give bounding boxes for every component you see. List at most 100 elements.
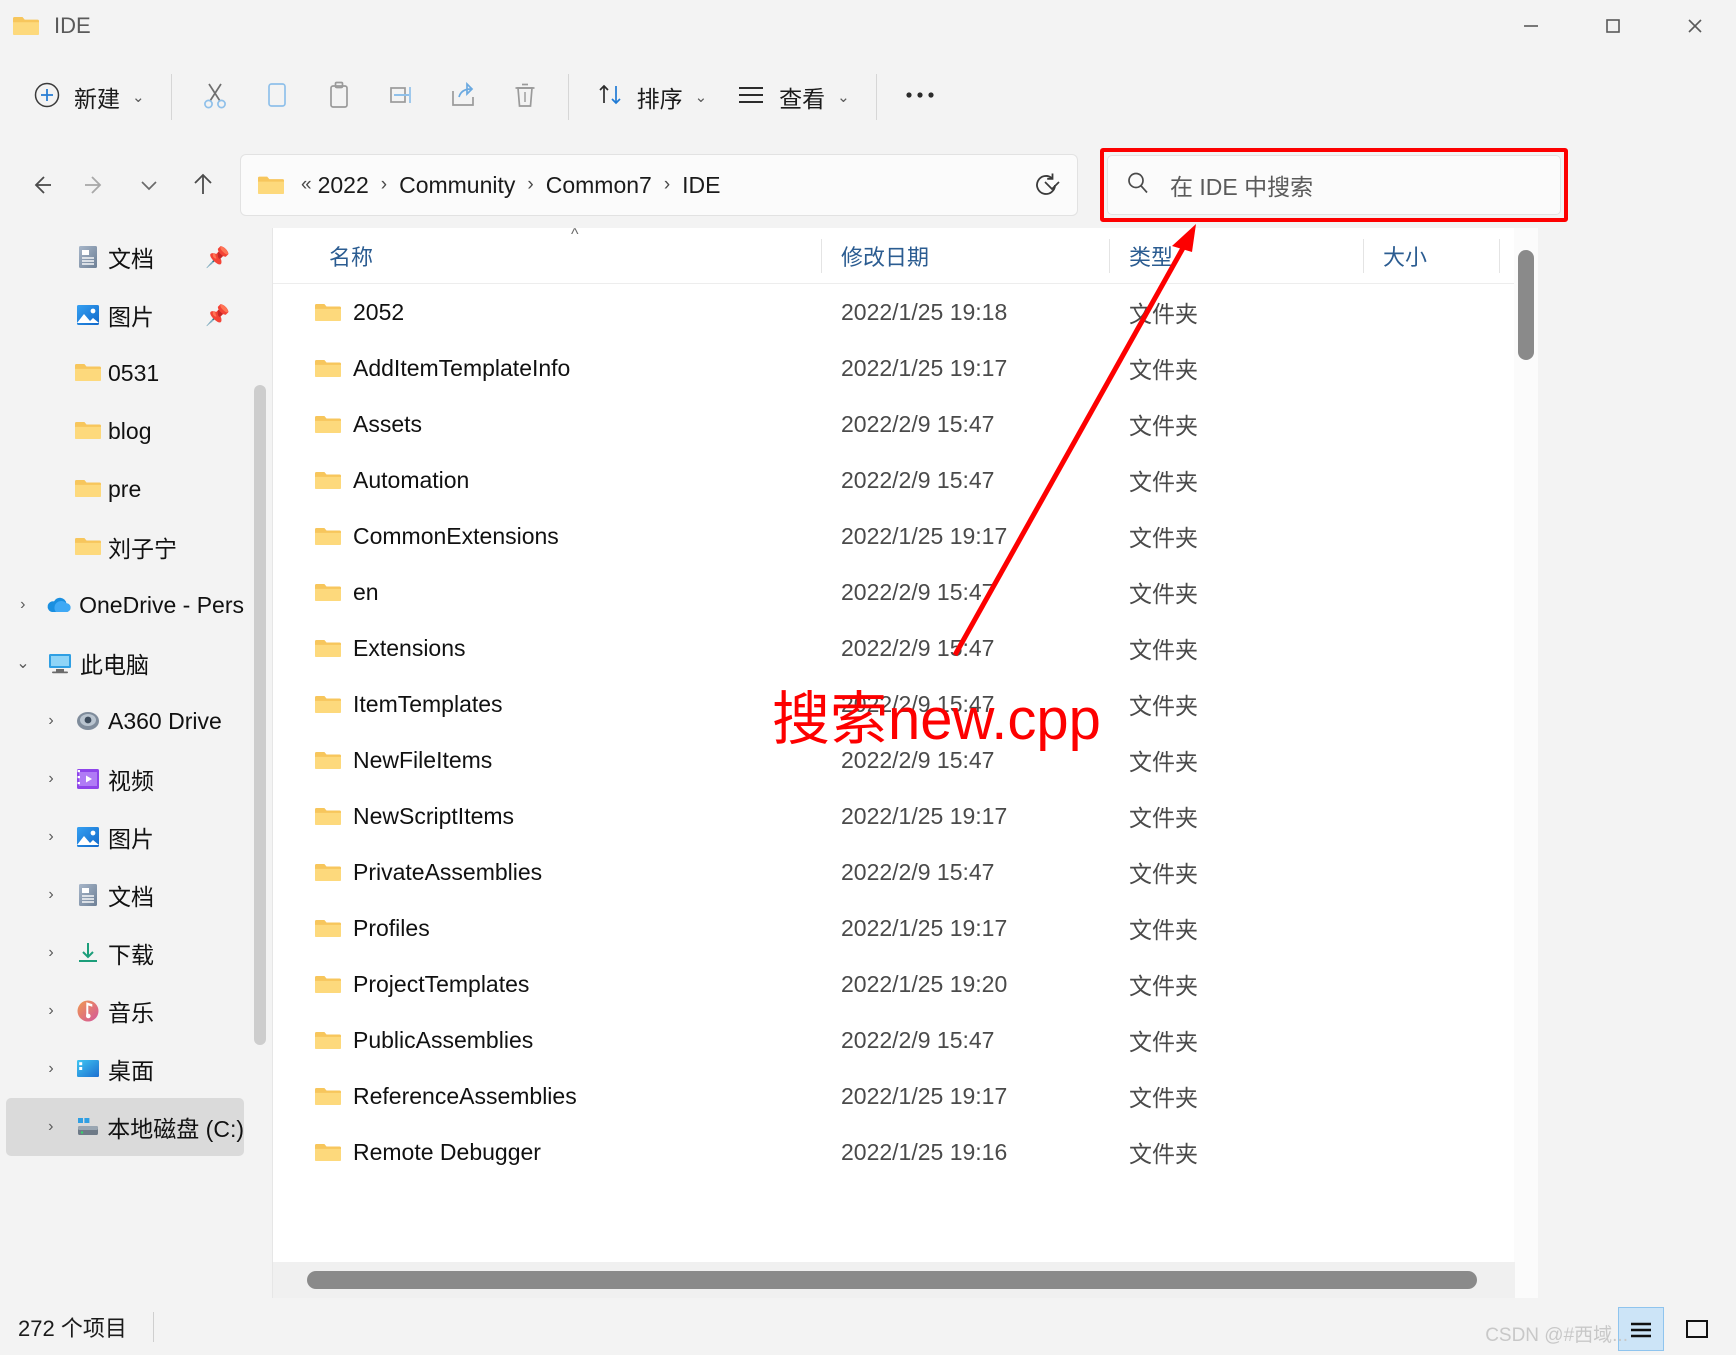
chevron-right-icon[interactable]: › xyxy=(34,1118,68,1136)
chevron-right-icon[interactable]: › xyxy=(34,828,68,846)
column-divider[interactable] xyxy=(1363,239,1364,273)
close-button[interactable] xyxy=(1654,0,1736,52)
pin-icon[interactable]: 📌 xyxy=(205,303,230,328)
sidebar-item-15[interactable]: › 本地磁盘 (C:) xyxy=(6,1098,244,1156)
table-row[interactable]: CommonExtensions 2022/1/25 19:17 文件夹 xyxy=(273,508,1539,564)
breadcrumb-item-1[interactable]: Community xyxy=(393,168,521,203)
file-name: ItemTemplates xyxy=(353,690,503,717)
breadcrumb-item-2[interactable]: Common7 xyxy=(540,168,658,203)
folder-icon xyxy=(68,418,108,444)
details-view-button[interactable] xyxy=(1618,1307,1664,1351)
table-row[interactable]: ProjectTemplates 2022/1/25 19:20 文件夹 xyxy=(273,956,1539,1012)
table-row[interactable]: ItemTemplates 2022/2/9 15:47 文件夹 xyxy=(273,676,1539,732)
chevron-right-icon[interactable]: › xyxy=(6,596,40,614)
table-row[interactable]: ReferenceAssemblies 2022/1/25 19:17 文件夹 xyxy=(273,1068,1539,1124)
vertical-scroll-thumb[interactable] xyxy=(1518,250,1534,360)
sidebar-item-2[interactable]: 0531 xyxy=(6,344,244,402)
sidebar-scrollbar[interactable] xyxy=(254,385,266,1045)
sidebar-item-8[interactable]: › A360 Drive xyxy=(6,692,244,750)
recent-locations-button[interactable] xyxy=(122,158,176,212)
sidebar-item-6[interactable]: › OneDrive - Pers xyxy=(6,576,244,634)
table-row[interactable]: PublicAssemblies 2022/2/9 15:47 文件夹 xyxy=(273,1012,1539,1068)
table-row[interactable]: en 2022/2/9 15:47 文件夹 xyxy=(273,564,1539,620)
breadcrumb-separator[interactable]: › xyxy=(527,174,533,196)
file-date: 2022/2/9 15:47 xyxy=(841,410,995,437)
sidebar-item-0[interactable]: 文档 📌 xyxy=(6,228,244,286)
file-list-vertical-scrollbar[interactable] xyxy=(1514,228,1538,1298)
table-row[interactable]: 2052 2022/1/25 19:18 文件夹 xyxy=(273,284,1539,340)
chevron-right-icon[interactable]: › xyxy=(34,1060,68,1078)
forward-button[interactable] xyxy=(68,158,122,212)
table-row[interactable]: Remote Debugger 2022/1/25 19:16 文件夹 xyxy=(273,1124,1539,1180)
pin-icon[interactable]: 📌 xyxy=(205,245,230,270)
file-list-horizontal-scrollbar[interactable] xyxy=(273,1262,1515,1298)
maximize-button[interactable] xyxy=(1572,0,1654,52)
column-header-size[interactable]: 大小 xyxy=(1383,240,1427,272)
table-row[interactable]: AddItemTemplateInfo 2022/1/25 19:17 文件夹 xyxy=(273,340,1539,396)
breadcrumb-separator[interactable]: › xyxy=(381,174,387,196)
column-header-date[interactable]: 修改日期 xyxy=(841,240,929,272)
breadcrumb-overflow[interactable]: « xyxy=(301,174,312,196)
sidebar-item-label: 0531 xyxy=(108,359,160,386)
column-divider[interactable] xyxy=(821,239,822,273)
sidebar-scroll-thumb[interactable] xyxy=(254,385,266,1045)
chevron-right-icon[interactable]: › xyxy=(34,712,68,730)
more-options-button[interactable] xyxy=(889,70,951,124)
chevron-right-icon[interactable]: › xyxy=(34,886,68,904)
cut-icon xyxy=(199,79,231,116)
sidebar-item-12[interactable]: › 下载 xyxy=(6,924,244,982)
search-input[interactable]: 在 IDE 中搜索 xyxy=(1107,155,1561,215)
rename-button[interactable] xyxy=(370,70,432,124)
sidebar-item-11[interactable]: › 文档 xyxy=(6,866,244,924)
cut-button[interactable] xyxy=(184,70,246,124)
window-controls xyxy=(1490,0,1736,52)
sidebar-item-14[interactable]: › 桌面 xyxy=(6,1040,244,1098)
sidebar-item-4[interactable]: pre xyxy=(6,460,244,518)
sort-button[interactable]: 排序 ⌄ xyxy=(581,70,722,124)
table-row[interactable]: Profiles 2022/1/25 19:17 文件夹 xyxy=(273,900,1539,956)
copy-button[interactable] xyxy=(246,70,308,124)
title-bar: IDE xyxy=(0,0,1736,52)
view-button[interactable]: 查看 ⌄ xyxy=(721,70,864,124)
column-headers: ^ 名称 修改日期 类型 大小 xyxy=(273,226,1538,284)
sidebar-item-9[interactable]: › 视频 xyxy=(6,750,244,808)
new-button[interactable]: 新建 ⌄ xyxy=(18,70,159,124)
file-name: ProjectTemplates xyxy=(353,970,530,997)
sidebar-item-7[interactable]: ⌄ 此电脑 xyxy=(6,634,244,692)
chevron-right-icon[interactable]: › xyxy=(34,944,68,962)
up-button[interactable] xyxy=(176,158,230,212)
paste-button[interactable] xyxy=(308,70,370,124)
back-button[interactable] xyxy=(14,158,68,212)
breadcrumb-separator[interactable]: › xyxy=(664,174,670,196)
table-row[interactable]: Extensions 2022/2/9 15:47 文件夹 xyxy=(273,620,1539,676)
sidebar-item-10[interactable]: › 图片 xyxy=(6,808,244,866)
breadcrumb-item-3[interactable]: IDE xyxy=(676,168,726,203)
chevron-right-icon[interactable]: › xyxy=(34,770,68,788)
delete-button[interactable] xyxy=(494,70,556,124)
share-button[interactable] xyxy=(432,70,494,124)
horizontal-scroll-thumb[interactable] xyxy=(307,1271,1477,1289)
sidebar-item-1[interactable]: 图片 📌 xyxy=(6,286,244,344)
table-row[interactable]: Automation 2022/2/9 15:47 文件夹 xyxy=(273,452,1539,508)
sidebar-item-5[interactable]: 刘子宁 xyxy=(6,518,244,576)
address-bar[interactable]: « 2022 › Community › Common7 › IDE xyxy=(240,154,1078,216)
table-row[interactable]: NewScriptItems 2022/1/25 19:17 文件夹 xyxy=(273,788,1539,844)
refresh-button[interactable] xyxy=(1020,160,1072,210)
table-row[interactable]: Assets 2022/2/9 15:47 文件夹 xyxy=(273,396,1539,452)
column-header-name[interactable]: 名称 xyxy=(329,240,373,272)
file-name: PublicAssemblies xyxy=(353,1026,534,1053)
tiles-view-button[interactable] xyxy=(1674,1307,1720,1351)
table-row[interactable]: NewFileItems 2022/2/9 15:47 文件夹 xyxy=(273,732,1539,788)
file-name: NewScriptItems xyxy=(353,802,515,829)
minimize-button[interactable] xyxy=(1490,0,1572,52)
table-row[interactable]: PrivateAssemblies 2022/2/9 15:47 文件夹 xyxy=(273,844,1539,900)
column-divider[interactable] xyxy=(1109,239,1110,273)
chevron-down-icon[interactable]: ⌄ xyxy=(6,653,40,673)
breadcrumb-item-0[interactable]: 2022 xyxy=(312,168,375,203)
folder-icon xyxy=(12,14,40,38)
sidebar-item-13[interactable]: › 音乐 xyxy=(6,982,244,1040)
sidebar-item-3[interactable]: blog xyxy=(6,402,244,460)
chevron-right-icon[interactable]: › xyxy=(34,1002,68,1020)
column-header-type[interactable]: 类型 xyxy=(1129,240,1173,272)
column-divider[interactable] xyxy=(1499,239,1500,273)
